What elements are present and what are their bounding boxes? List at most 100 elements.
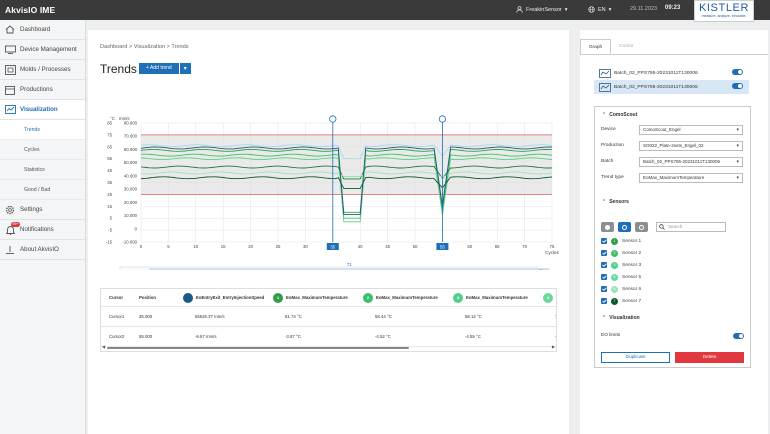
add-trend-button[interactable]: + Add trend: [139, 63, 179, 74]
breadcrumb-visualization[interactable]: Visualization: [134, 44, 165, 50]
sensor-color-icon: 2: [611, 249, 618, 257]
batch-visibility-toggle[interactable]: [732, 69, 743, 75]
trend-chart-icon: [599, 68, 611, 78]
eo-limits-toggle[interactable]: [733, 333, 744, 339]
section-visualization[interactable]: ⌃ Visualization: [602, 315, 640, 321]
tab-graph[interactable]: Graph: [580, 39, 611, 54]
table-cell: 73.40 °C: [535, 314, 556, 319]
sensor-checkbox[interactable]: [601, 250, 607, 256]
batch-select[interactable]: Batch_02_PPS795-20231011T130006: [639, 157, 743, 167]
tick-label-left: -5: [108, 228, 112, 233]
settings-icon: [0, 205, 20, 215]
tick-label-right: 50.000: [124, 160, 138, 165]
filter-active-button[interactable]: [618, 222, 631, 232]
column-header[interactable]: 4EoMax_Maxi: [535, 292, 557, 303]
table-cell: Cursor1: [109, 314, 125, 319]
tick-label-right: 30.000: [124, 187, 138, 192]
tick-label-left: 65: [107, 144, 112, 149]
sensor-row[interactable]: 5 Sensor 5: [601, 272, 641, 282]
user-menu[interactable]: FreakinSensor ▾: [516, 6, 568, 13]
right-tabs: Graph Cursor: [580, 39, 642, 54]
column-header[interactable]: Cursor: [101, 295, 131, 300]
column-header-label: EoMax_Maxi: [556, 295, 557, 300]
cursor-handle[interactable]: [438, 115, 446, 123]
filter-all-button[interactable]: [601, 222, 614, 232]
sidebar-subitem-statistics[interactable]: Statistics: [0, 160, 85, 180]
cursor-position-label: 35: [330, 244, 335, 249]
sensor-checkbox[interactable]: [601, 274, 607, 280]
batch-item-selected[interactable]: Batch_02_PPS795-20231011T130006: [594, 80, 749, 94]
language-menu[interactable]: EN ▾: [588, 6, 611, 13]
sensor-row[interactable]: 7 Sensor 7: [601, 296, 641, 306]
sidebar-subitem-good-bad[interactable]: Good / Bad: [0, 180, 85, 200]
table-cell: 55.000: [139, 334, 153, 339]
horizontal-scrollbar[interactable]: ◀ ▶: [101, 344, 556, 351]
breadcrumb: Dashboard > Visualization > Trends: [100, 44, 189, 50]
tick-label-x: 30: [303, 244, 308, 249]
language-label: EN: [598, 6, 606, 13]
filter-inactive-button[interactable]: [635, 222, 648, 232]
scrollbar-thumb[interactable]: [107, 347, 409, 349]
sensor-color-icon: 3: [611, 261, 618, 269]
sidebar-item-about[interactable]: About AkvisIO: [0, 240, 85, 260]
sidebar-item-molds-processes[interactable]: Molds / Processes: [0, 60, 85, 80]
column-header-label: EoMax_MaximumTemperature: [376, 295, 438, 300]
sidebar-item-settings[interactable]: Settings: [0, 200, 85, 220]
column-header[interactable]: 2 EoMax_MaximumTemperature: [355, 292, 445, 303]
sensor-row[interactable]: 1 Sensor 1: [601, 236, 641, 246]
column-header[interactable]: 3 EoMax_MaximumTemperature: [445, 292, 535, 303]
column-header[interactable]: 1 EoMax_MaximumTemperature: [265, 292, 355, 303]
molds-icon: [0, 64, 20, 75]
device-select[interactable]: ComoScout_Engel: [639, 125, 743, 135]
logo-tagline: measure. analyze. innovate.: [701, 14, 747, 18]
sidebar-item-visualization[interactable]: Visualization: [0, 100, 85, 120]
tab-cursor[interactable]: Cursor: [611, 39, 642, 54]
duplicate-button[interactable]: Duplicate: [601, 352, 670, 363]
section-sensors[interactable]: ⌃ Sensors: [602, 199, 629, 205]
overview-window[interactable]: [149, 268, 550, 270]
add-trend-dropdown[interactable]: ▾: [179, 63, 191, 74]
sidebar-item-productions[interactable]: Productions: [0, 80, 85, 100]
sensor-badge-icon: 2: [363, 292, 373, 303]
sensor-checkbox[interactable]: [601, 262, 607, 268]
sidebar-subitem-trends[interactable]: Trends: [0, 120, 85, 140]
table-cell: -4.55 °C: [465, 334, 481, 339]
table-row[interactable]: Cursor2 55.000 -9.57 mm/s -3.87 °C -4.52 °C -…: [101, 327, 556, 347]
sensor-checkbox[interactable]: [601, 286, 607, 292]
sensor-checkbox[interactable]: [601, 238, 607, 244]
sidebar-item-device-management[interactable]: Device Management: [0, 40, 85, 60]
sensor-search-input[interactable]: Search: [656, 222, 726, 232]
trend-type-select[interactable]: EoMax_MaximumTemperature: [639, 173, 743, 183]
tick-label-x: 70: [522, 244, 527, 249]
chevron-up-icon: ⌃: [602, 315, 607, 321]
sidebar-item-notifications[interactable]: 99+ Notifications: [0, 220, 85, 240]
scroll-left-icon[interactable]: ◀: [102, 344, 105, 349]
trend-chart[interactable]: °C mm/s85756555453525155-5-1580.00070.000…: [88, 80, 569, 270]
column-header[interactable]: Position: [131, 295, 175, 300]
sensor-badge-icon: 1: [273, 292, 283, 303]
batch-item[interactable]: Batch_02_PPS795-20231011T130006: [594, 66, 749, 80]
breadcrumb-dashboard[interactable]: Dashboard: [100, 44, 127, 50]
cursor-handle[interactable]: [329, 115, 337, 123]
batch-visibility-toggle[interactable]: [732, 83, 743, 89]
sensor-row[interactable]: 3 Sensor 3: [601, 260, 641, 270]
table-row[interactable]: Cursor1 35.000 55626.37 mm/s 61.74 °C 58.44 …: [101, 307, 556, 327]
column-header[interactable]: EoEntryExit_EntryInjectionSpeed: [175, 292, 265, 303]
production-label: Production: [601, 143, 624, 148]
tick-label-left: 5: [110, 216, 113, 221]
top-bar: AkvisIO IME FreakinSensor ▾ EN ▾ 29.11.2…: [0, 0, 770, 22]
sensor-badge-icon: 4: [543, 292, 553, 303]
trend-type-label: Trend type: [601, 175, 624, 180]
date-label: 29.11.2023: [630, 6, 658, 12]
scroll-right-icon[interactable]: ▶: [552, 344, 555, 349]
sidebar-subitem-cycles[interactable]: Cycles: [0, 140, 85, 160]
sensor-row[interactable]: 2 Sensor 2: [601, 248, 641, 258]
sidebar-item-dashboard[interactable]: Dashboard: [0, 20, 85, 40]
production-select[interactable]: SO022_Plate-2sets_Engel_02: [639, 141, 743, 151]
info-icon: [0, 245, 20, 254]
sensor-row[interactable]: 6 Sensor 6: [601, 284, 641, 294]
delete-button[interactable]: Delete: [675, 352, 744, 363]
sensor-checkbox[interactable]: [601, 298, 607, 304]
section-comoscout[interactable]: ⌃ ComoScout: [602, 112, 637, 118]
sensor-label: Sensor 3: [622, 262, 642, 268]
